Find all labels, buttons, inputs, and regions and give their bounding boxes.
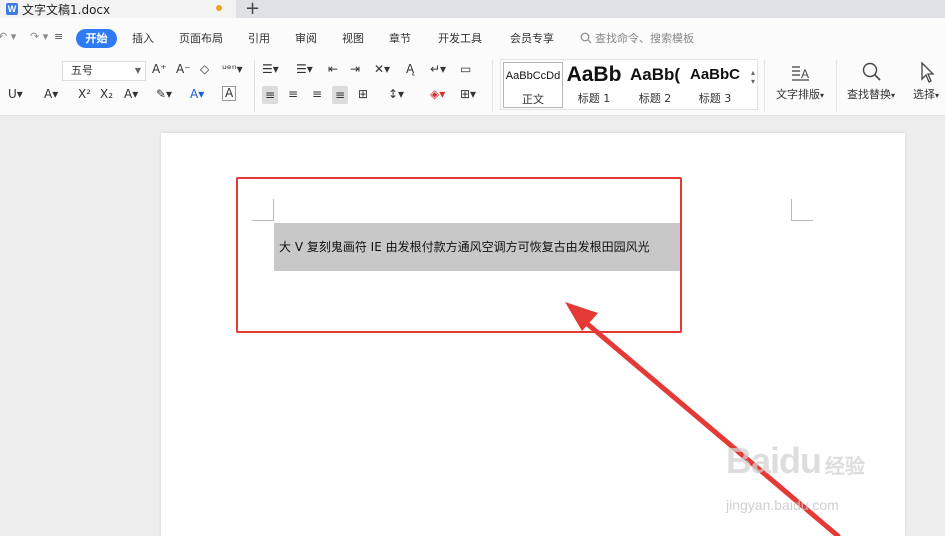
command-search[interactable]: 查找命令、搜索模板 (580, 30, 694, 46)
shading-button[interactable]: ◈▾ (430, 86, 445, 102)
text-effect-button[interactable]: A▾ (124, 86, 138, 102)
ribbon-toolbar: 五号 ▼ A⁺ A⁻ ◇ ᵘᵉⁿ▾ U▾ A▾ X² X₂ A▾ ✎▾ A▾ A… (0, 56, 945, 116)
style-name: 正文 (522, 93, 544, 106)
quick-access-menu-button[interactable]: ≡ (54, 30, 63, 43)
menu-developer-tools[interactable]: 开发工具 (438, 30, 482, 46)
menu-references[interactable]: 引用 (248, 30, 270, 46)
style-heading-1[interactable]: AaBb 标题 1 (563, 62, 625, 108)
align-right-button[interactable]: ≡ (312, 86, 322, 102)
magnifier-icon (862, 62, 881, 81)
redo-button[interactable]: ↷ ▾ (30, 30, 48, 43)
align-left-button[interactable]: ≡ (262, 86, 279, 104)
wps-writer-icon: W (6, 3, 18, 15)
styles-gallery: AaBbCcDd 正文 AaBb 标题 1 AaBb( 标题 2 AaBbC 标… (500, 59, 758, 110)
svg-text:A: A (801, 67, 809, 81)
document-tab-title: 文字文稿1.docx (22, 2, 111, 17)
ruler-button[interactable]: ▭ (460, 61, 471, 77)
baidu-watermark: Baidu 经验 (726, 440, 865, 482)
new-tab-button[interactable]: + (245, 0, 260, 19)
increase-indent-button[interactable]: ⇥ (350, 61, 360, 77)
style-sample: AaBb (566, 63, 622, 86)
line-spacing-button[interactable]: ↕▾ (388, 86, 404, 102)
text-layout-label: 文字排版 (775, 88, 820, 101)
style-name: 标题 1 (577, 92, 611, 105)
underline-button[interactable]: U▾ (8, 86, 23, 102)
shrink-font-button[interactable]: A⁻ (176, 61, 191, 77)
annotation-highlight-box (236, 177, 682, 333)
show-marks-button[interactable]: ↵▾ (430, 61, 446, 77)
menu-chapter[interactable]: 章节 (389, 30, 411, 46)
style-heading-2[interactable]: AaBb( 标题 2 (625, 62, 685, 108)
numbered-list-button[interactable]: ☰▾ (296, 61, 313, 77)
find-replace-label: 查找替换 (846, 88, 891, 101)
chinese-layout-button[interactable]: ✕▾ (374, 61, 390, 77)
margin-corner-marker (791, 199, 813, 221)
unsaved-indicator (216, 5, 222, 11)
chevron-down-icon: ▾ (934, 91, 939, 100)
strikethrough-button[interactable]: A▾ (44, 86, 58, 102)
font-size-value: 五号 (71, 64, 93, 77)
ribbon-divider (764, 60, 765, 112)
cursor-icon (921, 61, 935, 83)
grow-font-button[interactable]: A⁺ (152, 61, 167, 77)
menu-insert[interactable]: 插入 (132, 30, 154, 46)
select-label: 选择 (912, 88, 935, 101)
style-sample: AaBb( (629, 65, 681, 84)
menu-bar: ↶ ▾ ↷ ▾ ≡ 插入 页面布局 引用 审阅 视图 章节 开发工具 会员专享 … (0, 18, 945, 56)
style-heading-3[interactable]: AaBbC 标题 3 (685, 62, 745, 108)
font-color-button[interactable]: A▾ (190, 86, 204, 102)
borders-button[interactable]: ⊞▾ (460, 86, 476, 102)
command-search-placeholder: 查找命令、搜索模板 (595, 32, 694, 45)
ribbon-divider (836, 60, 837, 112)
style-sample: AaBbC (689, 66, 740, 83)
document-tab[interactable]: W 文字文稿1.docx (0, 0, 236, 18)
highlight-button[interactable]: ✎▾ (156, 86, 172, 102)
chevron-down-icon: ▾ (890, 91, 895, 100)
find-replace-button[interactable]: 查找替换▾ (846, 58, 896, 102)
ribbon-divider (492, 60, 493, 112)
menu-review[interactable]: 审阅 (295, 30, 317, 46)
style-normal[interactable]: AaBbCcDd 正文 (503, 62, 563, 108)
menu-view[interactable]: 视图 (342, 30, 364, 46)
undo-button[interactable]: ↶ ▾ (0, 30, 16, 43)
menu-home[interactable]: 开始 (76, 29, 117, 48)
select-button[interactable]: 选择▾ (906, 58, 945, 102)
text-layout-icon: A (792, 66, 809, 81)
style-name: 标题 3 (698, 92, 732, 105)
clear-format-icon[interactable]: ◇ (200, 61, 209, 77)
text-layout-button[interactable]: A 文字排版▾ (772, 58, 828, 102)
decrease-indent-button[interactable]: ⇤ (328, 61, 338, 77)
distributed-align-button[interactable]: ⊞ (358, 86, 368, 102)
chevron-down-icon: ▾ (819, 91, 824, 100)
watermark-url: jingyan.baidu.com (726, 497, 839, 513)
search-icon (580, 32, 592, 44)
menu-member[interactable]: 会员专享 (510, 30, 554, 46)
superscript-button[interactable]: X² (78, 86, 91, 102)
ribbon-divider (254, 60, 255, 112)
align-center-button[interactable]: ≡ (288, 86, 298, 102)
watermark-brand: Baidu (726, 440, 822, 481)
menu-page-layout[interactable]: 页面布局 (179, 30, 223, 46)
style-name: 标题 2 (638, 92, 672, 105)
tab-bar: W 文字文稿1.docx + (0, 0, 945, 19)
justify-button[interactable]: ≡ (332, 86, 349, 104)
font-size-select[interactable]: 五号 ▼ (62, 61, 146, 81)
subscript-button[interactable]: X₂ (100, 86, 113, 102)
text-direction-button[interactable]: Ą (406, 61, 414, 77)
watermark-sub: 经验 (824, 454, 865, 478)
styles-scroll-icon[interactable]: ▴ ▾ (751, 68, 755, 86)
phonetic-guide-button[interactable]: ᵘᵉⁿ▾ (222, 61, 243, 77)
bullet-list-button[interactable]: ☰▾ (262, 61, 279, 77)
style-sample: AaBbCcDd (505, 70, 561, 82)
char-border-button[interactable]: A (222, 86, 237, 101)
chevron-down-icon: ▼ (134, 66, 141, 75)
